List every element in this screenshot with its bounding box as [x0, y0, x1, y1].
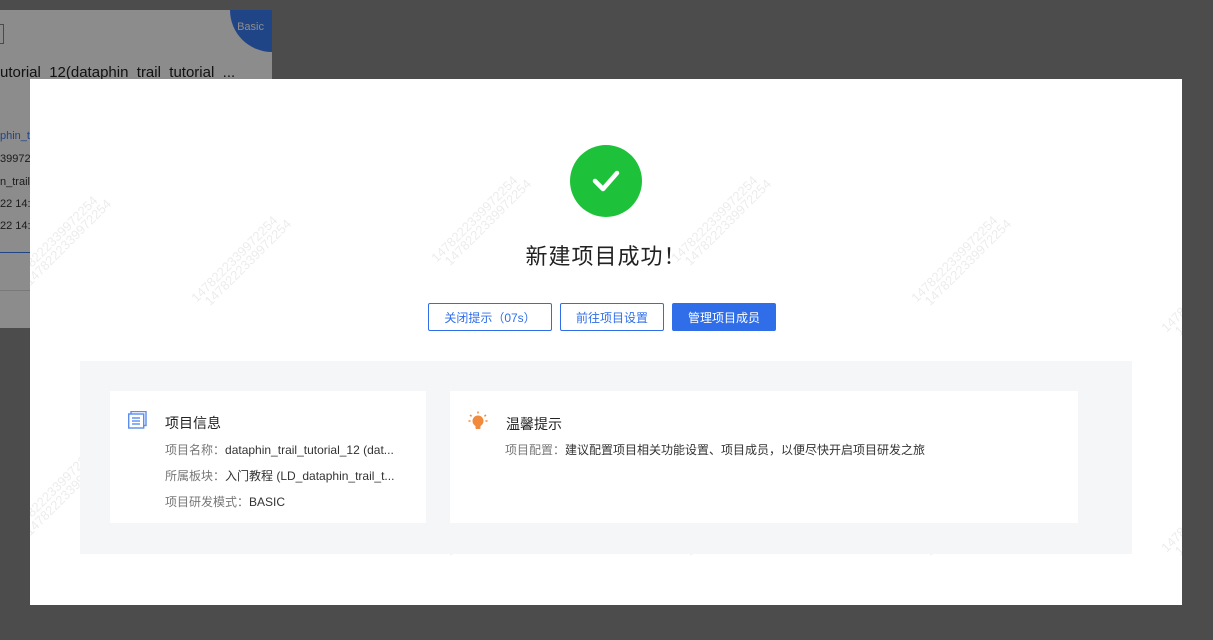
project-module-row: 所属板块：入门教程 (LD_dataphin_trail_t... — [165, 467, 405, 484]
project-mode-label: 项目研发模式： — [165, 495, 250, 509]
project-module-value: 入门教程 (LD_dataphin_trail_t... — [225, 469, 395, 483]
project-name-value: dataphin_trail_tutorial_12 (dat... — [225, 443, 394, 457]
close-tip-button[interactable]: 关闭提示（07s） — [428, 303, 552, 331]
project-module-label: 所属板块： — [165, 469, 226, 483]
project-mode-value: BASIC — [249, 495, 286, 509]
project-name-row: 项目名称：dataphin_trail_tutorial_12 (dat... — [165, 441, 405, 458]
manage-members-button[interactable]: 管理项目成员 — [672, 303, 776, 331]
success-modal: 1478222339972254 1478222339972254 1478222… — [30, 79, 1182, 605]
project-name-label: 项目名称： — [165, 443, 226, 457]
watermark: 1478222339972254 1478222339972254 — [1158, 462, 1182, 559]
project-settings-button[interactable]: 前往项目设置 — [560, 303, 664, 331]
tip-label: 项目配置： — [505, 443, 566, 457]
tip-card: 温馨提示 项目配置：建议配置项目相关功能设置、项目成员，以便尽快开启项目研发之旅 — [450, 391, 1078, 523]
project-mode-row: 项目研发模式：BASIC — [165, 493, 405, 510]
success-title: 新建项目成功！ — [525, 244, 687, 269]
project-info-icon — [127, 410, 147, 434]
tip-text-row: 项目配置：建议配置项目相关功能设置、项目成员，以便尽快开启项目研发之旅 — [505, 441, 925, 458]
lightbulb-icon — [468, 411, 488, 436]
action-buttons: 关闭提示（07s） 前往项目设置 管理项目成员 — [428, 303, 776, 331]
project-info-title: 项目信息 — [165, 414, 221, 431]
detail-panel: 项目信息 项目名称：dataphin_trail_tutorial_12 (da… — [80, 361, 1132, 554]
success-check-icon — [570, 145, 642, 217]
project-info-card: 项目信息 项目名称：dataphin_trail_tutorial_12 (da… — [110, 391, 426, 523]
tip-title: 温馨提示 — [506, 415, 562, 432]
tip-text: 建议配置项目相关功能设置、项目成员，以便尽快开启项目研发之旅 — [565, 443, 926, 457]
